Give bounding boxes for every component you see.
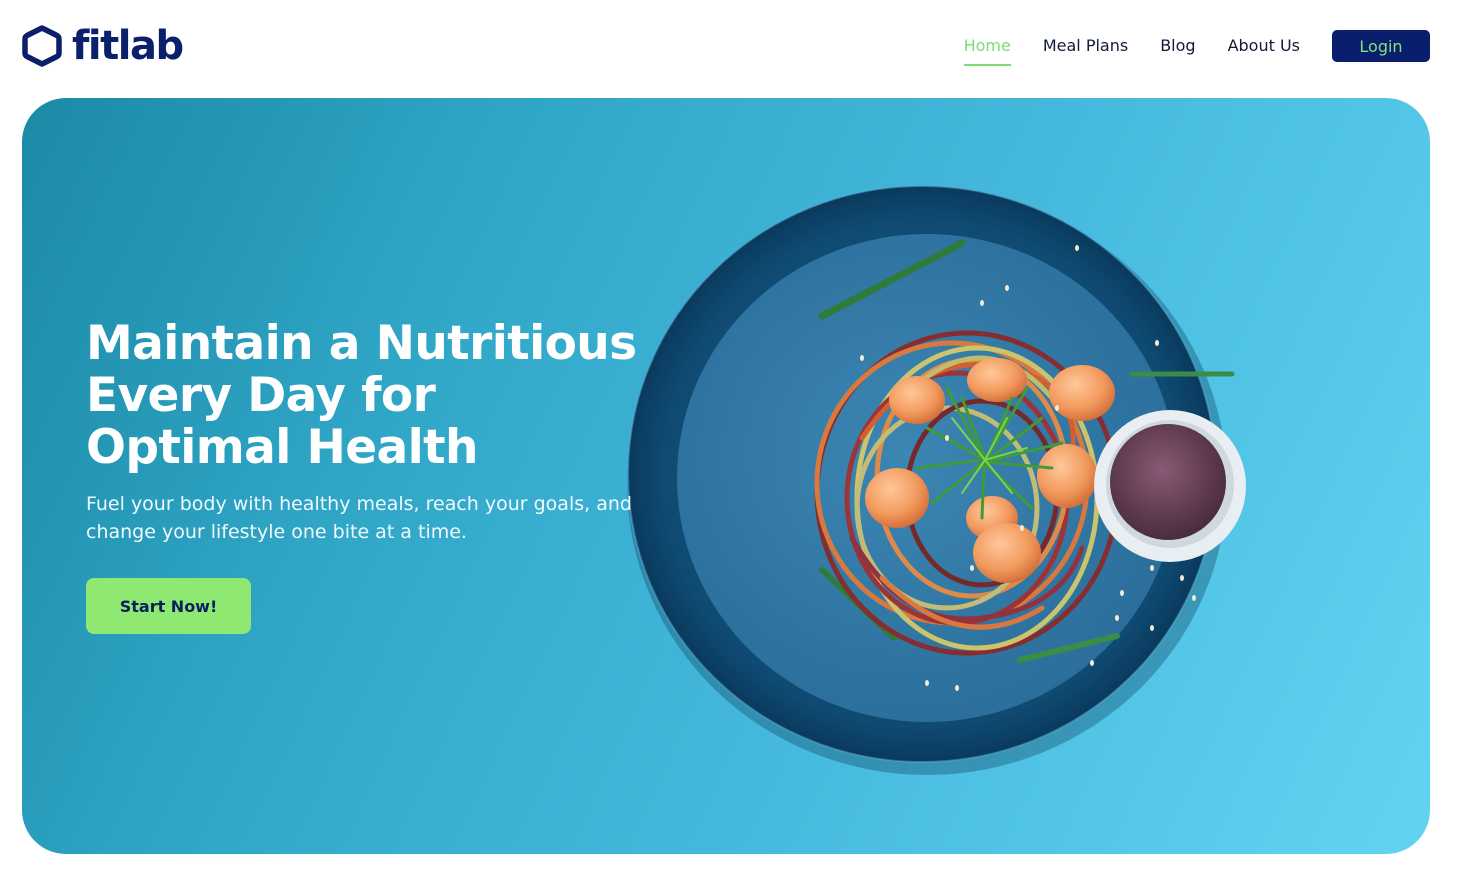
- hero-subtitle: Fuel your body with healthy meals, reach…: [86, 493, 632, 543]
- start-now-button[interactable]: Start Now!: [86, 578, 251, 634]
- hero-banner: Maintain a Nutritious Every Day for Opti…: [22, 98, 1430, 854]
- hero-food-image: [627, 185, 1246, 775]
- hexagon-logo-icon: [22, 25, 62, 67]
- brand-name: fitlab: [72, 23, 184, 69]
- nav-blog[interactable]: Blog: [1160, 28, 1195, 64]
- site-header: fitlab Home Meal Plans Blog About Us Log…: [0, 0, 1459, 92]
- brand-logo[interactable]: fitlab: [22, 22, 184, 70]
- hero-title: Maintain a Nutritious Every Day for Opti…: [86, 316, 637, 475]
- nav-home[interactable]: Home: [963, 28, 1012, 66]
- login-button[interactable]: Login: [1332, 30, 1430, 62]
- main-nav: Home Meal Plans Blog About Us Login: [963, 28, 1430, 66]
- nav-meal-plans[interactable]: Meal Plans: [1043, 28, 1128, 64]
- nav-about-us[interactable]: About Us: [1228, 28, 1300, 64]
